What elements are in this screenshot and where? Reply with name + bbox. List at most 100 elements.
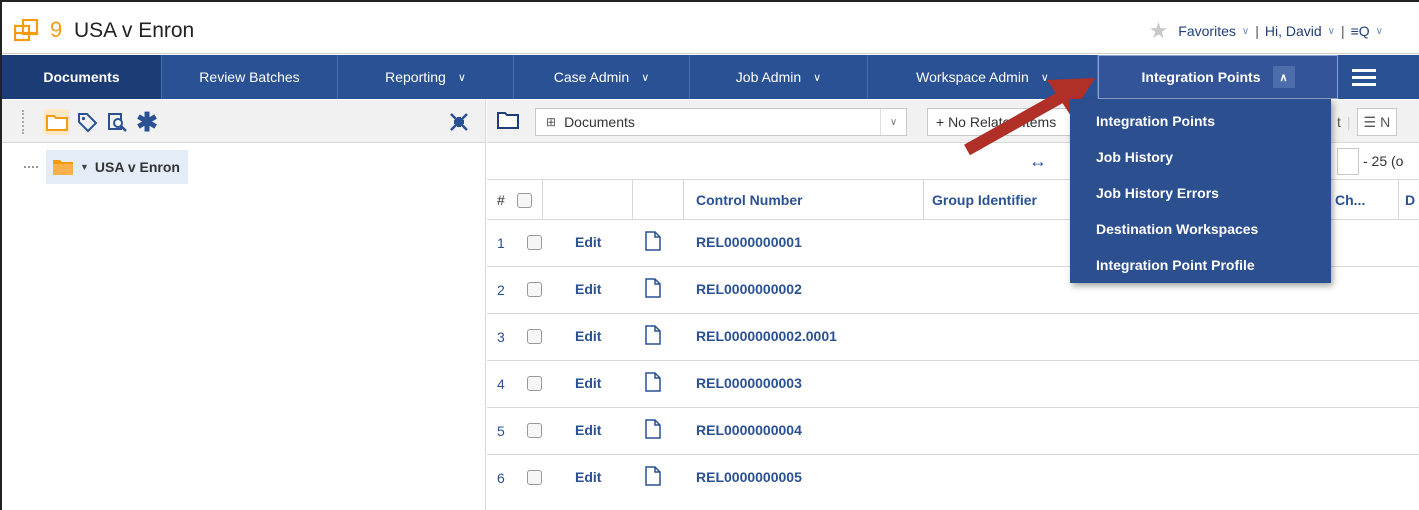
tree-root-row: ▼ USA v Enron [24,150,188,184]
row-number: 5 [497,423,505,439]
hamburger-menu-icon[interactable] [1338,55,1376,99]
row-number: 6 [497,470,505,486]
document-icon[interactable] [645,372,661,392]
browser-pane: ✱ ▼ USA v Enron [2,100,486,510]
tab-integration-points[interactable]: Integration Points ∧ [1098,55,1338,99]
header-group-identifier[interactable]: Group Identifier [924,180,1080,220]
header-partial-column[interactable]: Ch... [1331,180,1399,220]
edit-link[interactable]: Edit [575,328,601,344]
chevron-up-icon: ∧ [1272,66,1295,88]
tag-icon[interactable] [74,109,100,135]
control-number-link[interactable]: REL0000000002 [696,281,802,297]
quick-nav-search[interactable]: ≡Q [1351,23,1370,39]
header-edit [543,180,633,220]
folder-browser-icon[interactable] [44,109,70,135]
header-file-icon [633,180,684,220]
row-number: 3 [497,329,505,345]
filter-toggle[interactable]: ☰ N [1356,108,1398,136]
tab-documents[interactable]: Documents [2,55,162,99]
table-row: 6 Edit REL0000000005 [487,455,1419,502]
table-row: 4 Edit REL0000000003 [487,361,1419,408]
row-number: 4 [497,376,505,392]
header-partial-column-2[interactable]: D [1399,180,1419,220]
edit-link[interactable]: Edit [575,469,601,485]
edit-link[interactable]: Edit [575,281,601,297]
select-all-checkbox[interactable] [516,192,532,208]
menu-item-label: Destination Workspaces [1096,221,1259,237]
chevron-down-icon: ∨ [457,71,466,84]
saved-search-icon[interactable] [104,109,130,135]
tab-case-admin[interactable]: Case Admin ∨ [514,55,690,99]
row-checkbox[interactable] [527,376,542,391]
chevron-down-icon: ∨ [880,109,906,135]
tab-label: Case Admin [553,69,630,85]
row-checkbox[interactable] [527,423,542,438]
control-number-link[interactable]: REL0000000001 [696,234,802,250]
menu-item-label: Job History Errors [1096,185,1219,201]
menu-item-job-history[interactable]: Job History [1070,139,1331,175]
document-icon[interactable] [645,278,661,298]
row-checkbox[interactable] [527,470,542,485]
edit-link[interactable]: Edit [575,422,601,438]
control-number-link[interactable]: REL0000000004 [696,422,802,438]
menu-item-integration-points[interactable]: Integration Points [1070,103,1331,139]
user-menu[interactable]: Hi, David [1265,23,1322,39]
tab-review-batches[interactable]: Review Batches [162,55,338,99]
document-icon[interactable] [645,231,661,251]
document-icon[interactable] [645,325,661,345]
menu-item-integration-point-profile[interactable]: Integration Point Profile [1070,247,1331,283]
view-select[interactable]: ⊞ Documents ∨ [535,108,907,136]
main-nav: Documents Review Batches Reporting ∨ Case… [2,55,1419,99]
edit-link[interactable]: Edit [575,234,601,250]
row-number: 2 [497,282,505,298]
chevron-down-icon[interactable]: ∨ [1242,26,1249,37]
document-icon[interactable] [645,419,661,439]
pager-text: - 25 (o [1363,153,1404,169]
menu-item-job-history-errors[interactable]: Job History Errors [1070,175,1331,211]
row-checkbox[interactable] [527,235,542,250]
toolbar-right-controls: t | ☰ N [1337,108,1398,136]
chevron-down-icon[interactable]: ∨ [1328,26,1335,37]
header-label: Control Number [696,192,803,208]
page-input[interactable] [1337,148,1359,175]
header-label: Group Identifier [932,192,1037,208]
view-select-value: Documents [564,114,635,130]
row-checkbox[interactable] [527,282,542,297]
cluster-asterisk-icon[interactable]: ✱ [134,109,160,135]
tab-label: Reporting [385,69,446,85]
header-label: Ch... [1335,192,1366,208]
partial-button-label[interactable]: t [1337,114,1341,130]
tree-node-workspace[interactable]: ▼ USA v Enron [46,150,188,184]
folder-icon[interactable] [497,111,519,132]
row-checkbox[interactable] [527,329,542,344]
control-number-link[interactable]: REL0000000005 [696,469,802,485]
expand-triangle-icon[interactable]: ▼ [80,162,89,172]
tab-reporting[interactable]: Reporting ∨ [338,55,514,99]
header-hash: # [487,180,543,220]
document-icon[interactable] [645,466,661,486]
separator: | [1346,114,1351,130]
table-row: 3 Edit REL0000000002.0001 [487,314,1419,361]
user-menu-area: ★ Favorites ∨ | Hi, David ∨ | ≡Q ∨ [1149,20,1383,42]
collapse-pane-icon[interactable] [446,109,472,135]
filter-label: N [1380,114,1391,130]
menu-item-destination-workspaces[interactable]: Destination Workspaces [1070,211,1331,247]
edit-link[interactable]: Edit [575,375,601,391]
favorites-menu[interactable]: Favorites [1178,23,1236,39]
tab-label: Documents [43,69,120,85]
relativity-logo-icon [14,19,39,42]
tab-label: Job Admin [735,69,802,85]
table-row: 5 Edit REL0000000004 [487,408,1419,455]
toolbar-grip [22,110,24,134]
favorite-star-icon[interactable]: ★ [1149,20,1169,42]
browser-toolbar: ✱ [2,100,485,143]
chevron-down-icon[interactable]: ∨ [1376,26,1383,37]
integration-points-menu: Integration Points Job History Job Histo… [1070,99,1331,283]
separator: | [1255,23,1259,39]
control-number-link[interactable]: REL0000000002.0001 [696,328,837,344]
control-number-link[interactable]: REL0000000003 [696,375,802,391]
header-control-number[interactable]: Control Number [684,180,924,220]
header-label: D [1405,192,1416,208]
tab-job-admin[interactable]: Job Admin ∨ [690,55,868,99]
filter-icon: ☰ [1363,113,1377,130]
